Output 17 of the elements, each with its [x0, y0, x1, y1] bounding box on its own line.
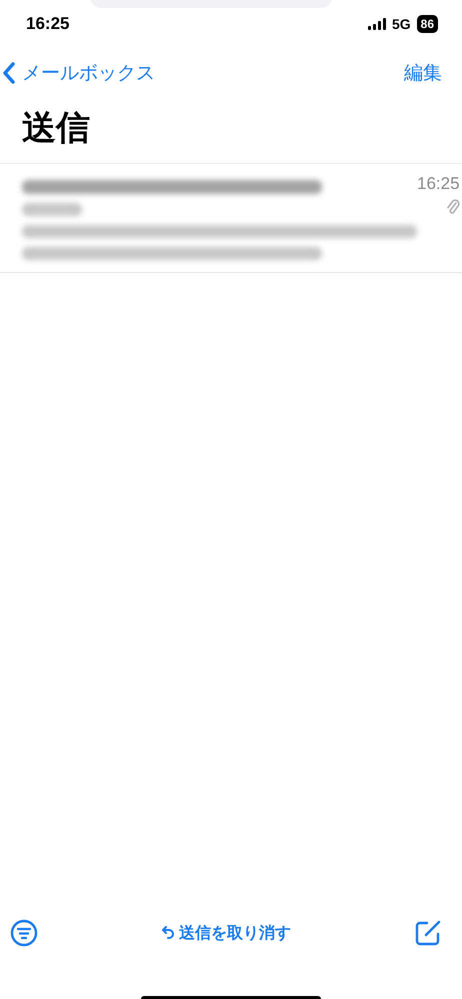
undo-send-button[interactable]: 送信を取り消す: [155, 922, 297, 944]
blurred-text: [22, 203, 82, 216]
status-time: 16:25: [26, 14, 70, 34]
compose-button[interactable]: [414, 919, 442, 947]
undo-arrow-icon: [161, 925, 175, 941]
filter-button[interactable]: [10, 919, 38, 947]
battery-icon: 86: [416, 15, 438, 33]
edit-button[interactable]: 編集: [404, 60, 442, 86]
message-time: 16:25: [417, 174, 460, 194]
filter-icon: [10, 919, 38, 947]
page-title: 送信: [22, 108, 91, 149]
message-row[interactable]: 16:25: [0, 164, 462, 273]
network-label: 5G: [392, 16, 411, 32]
chevron-left-icon: [2, 62, 16, 84]
compose-icon: [414, 919, 442, 947]
signal-icon: [368, 18, 386, 30]
back-button[interactable]: メールボックス: [0, 60, 155, 86]
